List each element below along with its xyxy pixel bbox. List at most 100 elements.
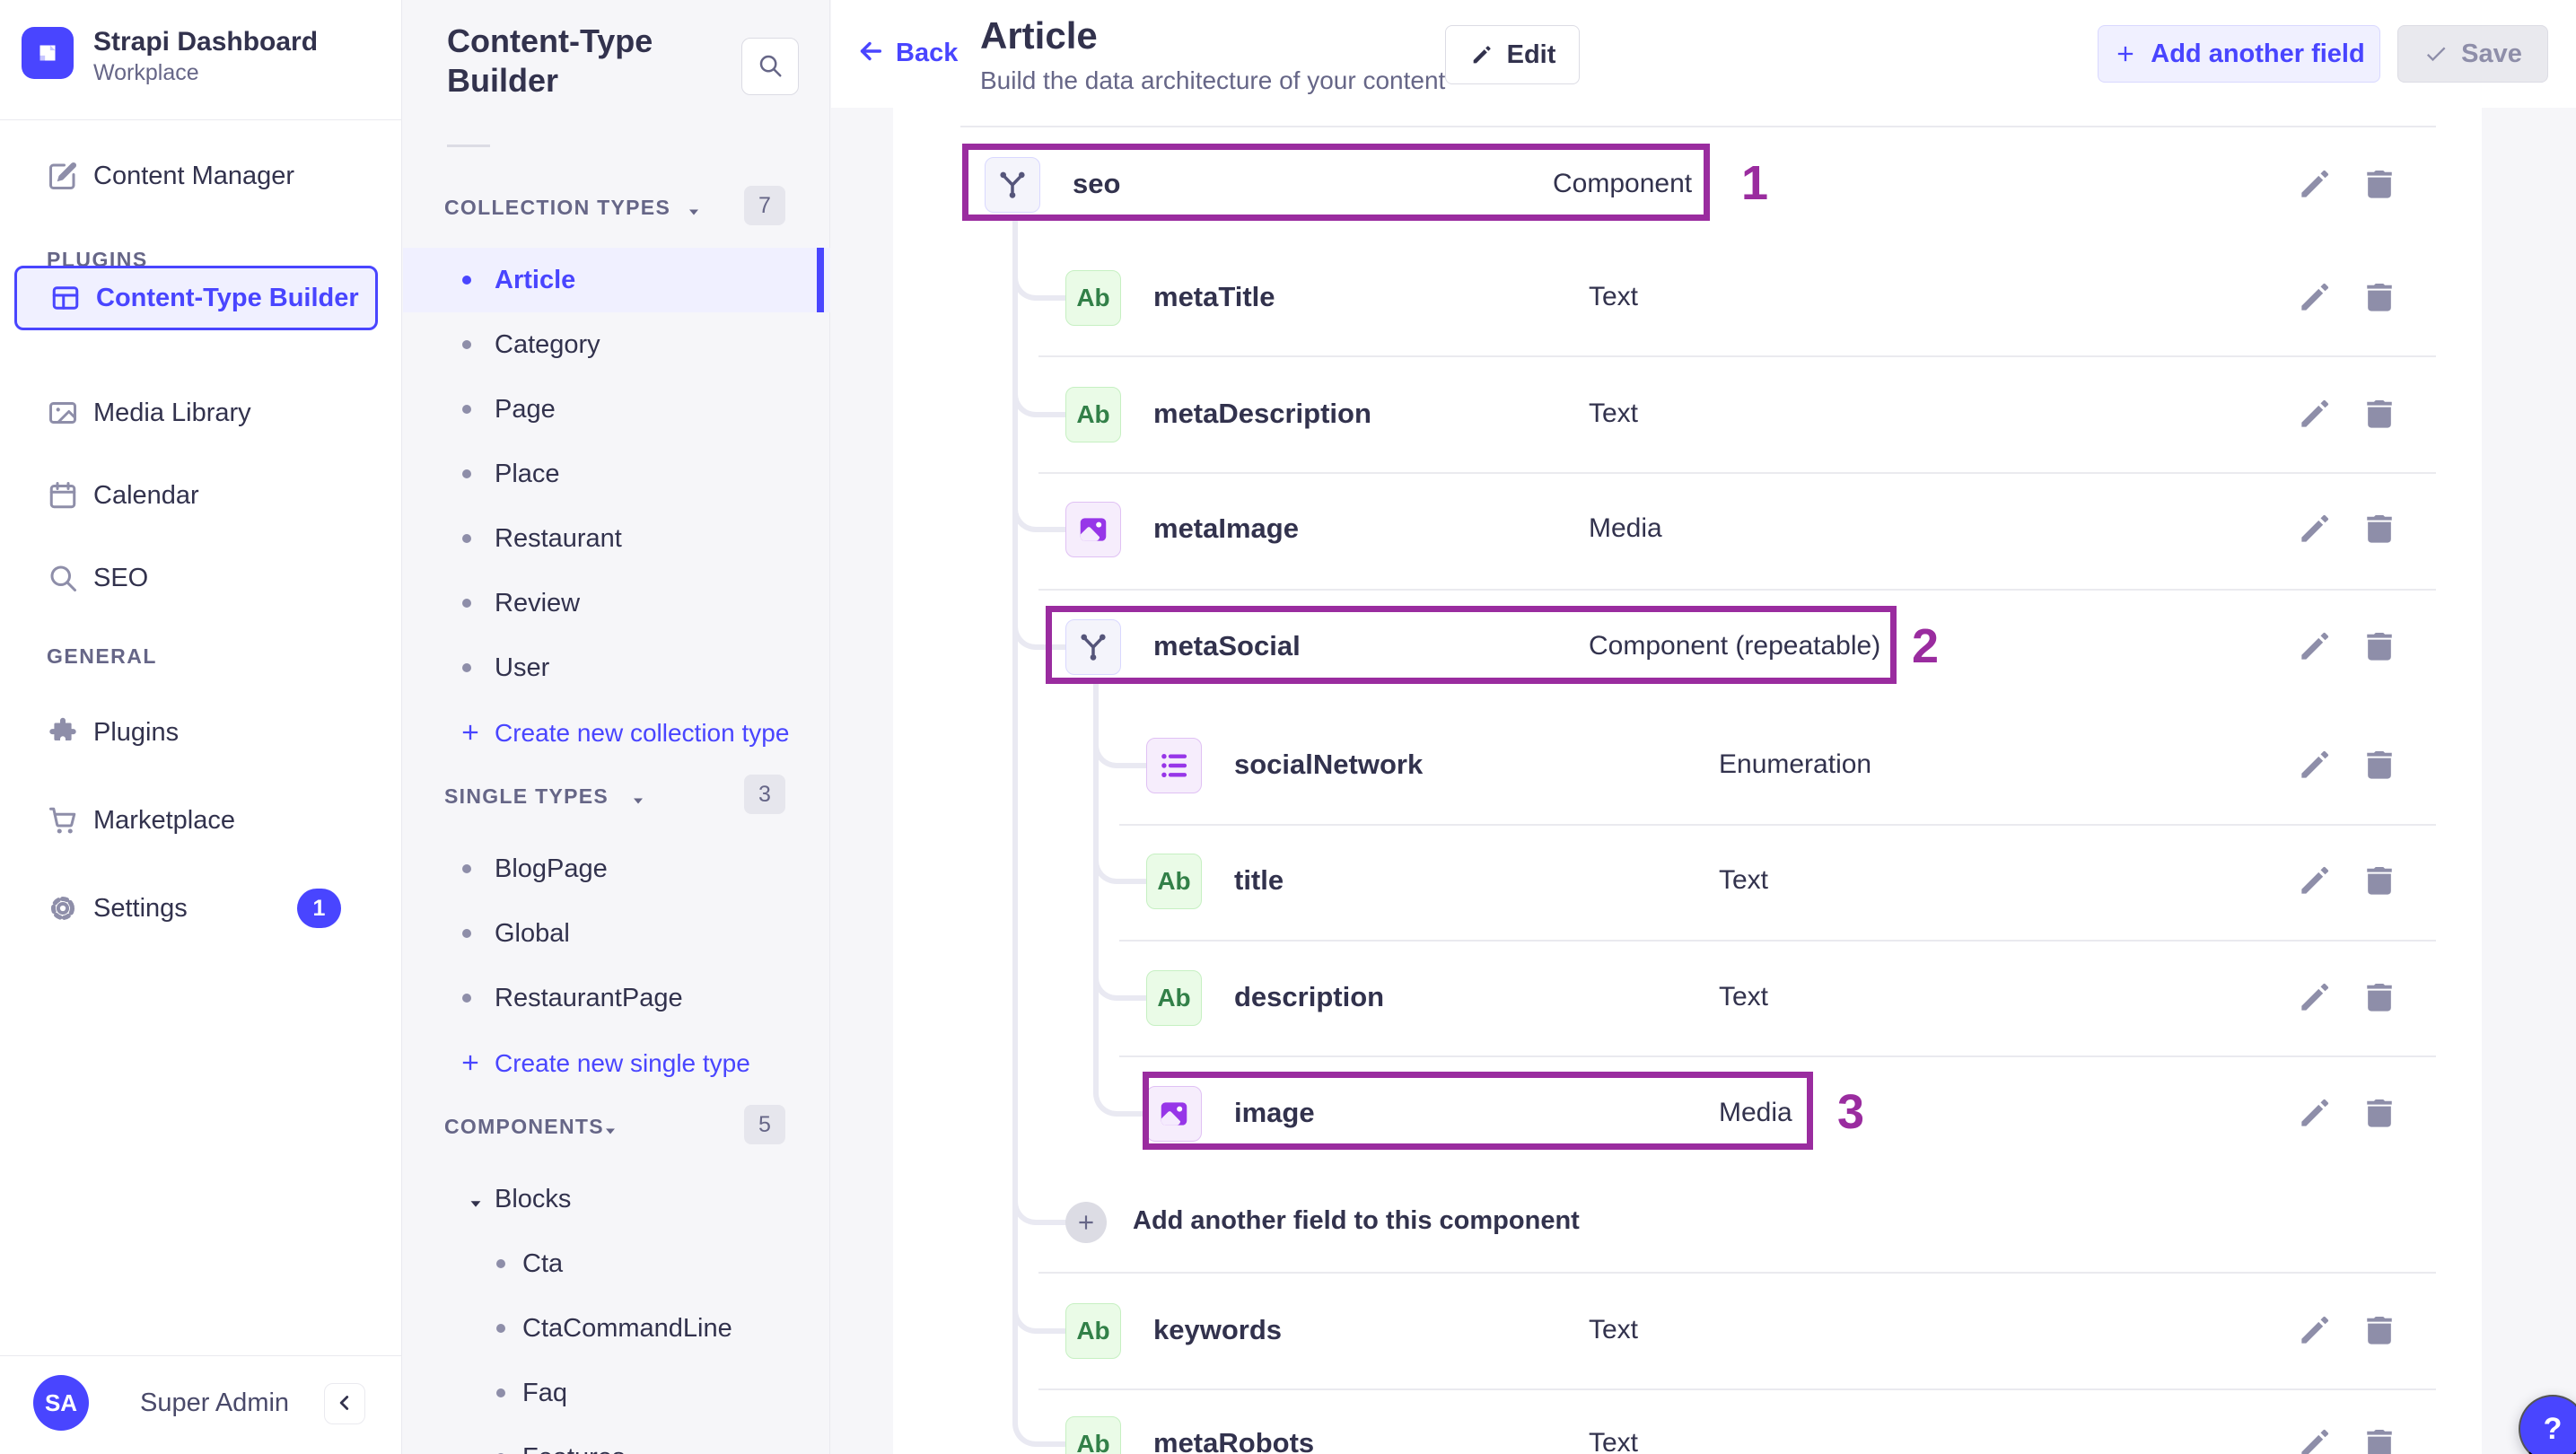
subnav-item-blogpage[interactable]: BlogPage bbox=[403, 836, 830, 901]
row-divider bbox=[1119, 1055, 2436, 1057]
sidebar-collapse-button[interactable] bbox=[324, 1383, 365, 1424]
edit-field-button[interactable] bbox=[2294, 1093, 2335, 1134]
row-divider bbox=[1119, 940, 2436, 942]
edit-field-button[interactable] bbox=[2294, 394, 2335, 435]
subnav-item-place[interactable]: Place bbox=[403, 442, 830, 506]
trash-icon bbox=[2360, 394, 2399, 434]
bullet-icon bbox=[496, 1324, 505, 1333]
field-name: metaTitle bbox=[1153, 281, 1275, 312]
edit-field-button[interactable] bbox=[2294, 164, 2335, 206]
subnav-group-blocks[interactable]: Blocks bbox=[403, 1167, 830, 1231]
sidebar-item-label: Content Manager bbox=[93, 161, 295, 190]
pencil-icon bbox=[2295, 1310, 2335, 1350]
delete-field-button[interactable] bbox=[2359, 277, 2400, 319]
edit-field-button[interactable] bbox=[2294, 1310, 2335, 1352]
page-title: Article bbox=[980, 14, 1098, 57]
sidebar-item-media-library[interactable]: Media Library bbox=[0, 381, 402, 445]
annotation-box-3 bbox=[1143, 1072, 1813, 1150]
edit-field-button[interactable] bbox=[2294, 277, 2335, 319]
delete-field-button[interactable] bbox=[2359, 164, 2400, 206]
tree-connector-elbow bbox=[1012, 372, 1065, 417]
edit-field-button[interactable] bbox=[2294, 626, 2335, 668]
strapi-logo[interactable] bbox=[22, 27, 74, 79]
add-another-field-button[interactable]: Add another field bbox=[2098, 25, 2380, 83]
search-button[interactable] bbox=[741, 38, 799, 95]
field-name: keywords bbox=[1153, 1314, 1283, 1345]
subnav-section-collection-types[interactable]: COLLECTION TYPES 7 bbox=[403, 183, 830, 233]
delete-field-button[interactable] bbox=[2359, 1423, 2400, 1454]
subnav-item-faq[interactable]: Faq bbox=[403, 1361, 830, 1425]
sidebar-item-content-manager[interactable]: Content Manager bbox=[0, 144, 402, 208]
subnav-item-restaurantpage[interactable]: RestaurantPage bbox=[403, 966, 830, 1030]
subnav-section-components[interactable]: COMPONENTS 5 bbox=[403, 1102, 830, 1152]
subnav-item-global[interactable]: Global bbox=[403, 901, 830, 966]
subnav-item-page[interactable]: Page bbox=[403, 377, 830, 442]
delete-field-button[interactable] bbox=[2359, 745, 2400, 786]
edit-button[interactable]: Edit bbox=[1445, 25, 1580, 84]
subnav-item-category[interactable]: Category bbox=[403, 312, 830, 377]
subnav-action-create-new-single-type[interactable]: Create new single type bbox=[403, 1030, 830, 1095]
content-type-builder-icon bbox=[49, 282, 82, 314]
sidebar-item-content-type-builder[interactable]: Content-Type Builder bbox=[14, 266, 378, 330]
text-field-badge: Ab bbox=[1157, 867, 1191, 895]
row-divider bbox=[1038, 472, 2436, 474]
delete-field-button[interactable] bbox=[2359, 861, 2400, 902]
delete-field-button[interactable] bbox=[2359, 977, 2400, 1019]
delete-field-button[interactable] bbox=[2359, 394, 2400, 435]
subnav-item-restaurant[interactable]: Restaurant bbox=[403, 506, 830, 571]
pencil-icon bbox=[2295, 977, 2335, 1017]
sidebar-item-seo[interactable]: SEO bbox=[0, 546, 402, 610]
sidebar-item-plugins[interactable]: Plugins bbox=[0, 700, 402, 765]
edit-field-button[interactable] bbox=[2294, 1423, 2335, 1454]
subnav-item-review[interactable]: Review bbox=[403, 571, 830, 635]
sidebar-item-label: Media Library bbox=[93, 398, 251, 427]
puzzle-icon bbox=[47, 716, 79, 749]
save-button[interactable]: Save bbox=[2397, 25, 2548, 83]
add-field-to-component-label[interactable]: Add another field to this component bbox=[1133, 1206, 1580, 1236]
text-field-badge: Ab bbox=[1076, 284, 1110, 311]
sidebar-item-settings[interactable]: Settings 1 bbox=[0, 876, 402, 941]
trash-icon bbox=[2360, 861, 2399, 900]
delete-field-button[interactable] bbox=[2359, 626, 2400, 668]
delete-field-button[interactable] bbox=[2359, 1310, 2400, 1352]
edit-field-button[interactable] bbox=[2294, 509, 2335, 550]
row-divider bbox=[1038, 1388, 2436, 1390]
avatar[interactable]: SA bbox=[33, 1375, 89, 1431]
subnav-item-features[interactable]: Features bbox=[403, 1425, 830, 1454]
delete-field-button[interactable] bbox=[2359, 1093, 2400, 1134]
subnav-item-label: BlogPage bbox=[495, 854, 608, 883]
sidebar-item-label: Calendar bbox=[93, 480, 199, 510]
fields-card bbox=[893, 108, 2482, 1454]
subnav-item-label: Cta bbox=[522, 1249, 564, 1278]
subnav-item-ctacommandline[interactable]: CtaCommandLine bbox=[403, 1296, 830, 1361]
subnav-item-label: Article bbox=[495, 266, 576, 294]
media-field-icon bbox=[1065, 502, 1121, 557]
sidebar-item-calendar[interactable]: Calendar bbox=[0, 463, 402, 528]
user-name: Super Admin bbox=[140, 1388, 290, 1417]
back-link[interactable]: Back bbox=[854, 36, 958, 71]
delete-field-button[interactable] bbox=[2359, 509, 2400, 550]
edit-field-button[interactable] bbox=[2294, 977, 2335, 1019]
subnav-item-label: Features bbox=[522, 1443, 625, 1454]
subnav-action-create-new-collection-type[interactable]: Create new collection type bbox=[403, 700, 830, 765]
subnav-section-count: 7 bbox=[744, 186, 785, 225]
media-library-icon bbox=[47, 397, 79, 429]
help-button[interactable]: ? bbox=[2519, 1395, 2576, 1454]
edit-field-button[interactable] bbox=[2294, 861, 2335, 902]
pencil-icon bbox=[1469, 42, 1494, 67]
field-name: metaRobots bbox=[1153, 1427, 1315, 1454]
sidebar-item-marketplace[interactable]: Marketplace bbox=[0, 788, 402, 853]
field-type: Media bbox=[1589, 513, 1662, 543]
bullet-icon bbox=[496, 1388, 505, 1397]
subnav-item-label: Page bbox=[495, 395, 556, 424]
subnav-section-single-types[interactable]: SINGLE TYPES 3 bbox=[403, 772, 830, 822]
sidebar-item-label: Plugins bbox=[93, 717, 180, 747]
subnav-item-article[interactable]: Article bbox=[403, 248, 830, 312]
subnav-item-cta[interactable]: Cta bbox=[403, 1231, 830, 1296]
enumeration-field-icon bbox=[1146, 738, 1202, 793]
text-field-badge: Ab bbox=[1076, 1317, 1110, 1345]
subnav-item-user[interactable]: User bbox=[403, 635, 830, 700]
bullet-icon bbox=[462, 469, 471, 478]
edit-field-button[interactable] bbox=[2294, 745, 2335, 786]
add-field-to-component-button[interactable] bbox=[1065, 1202, 1107, 1243]
